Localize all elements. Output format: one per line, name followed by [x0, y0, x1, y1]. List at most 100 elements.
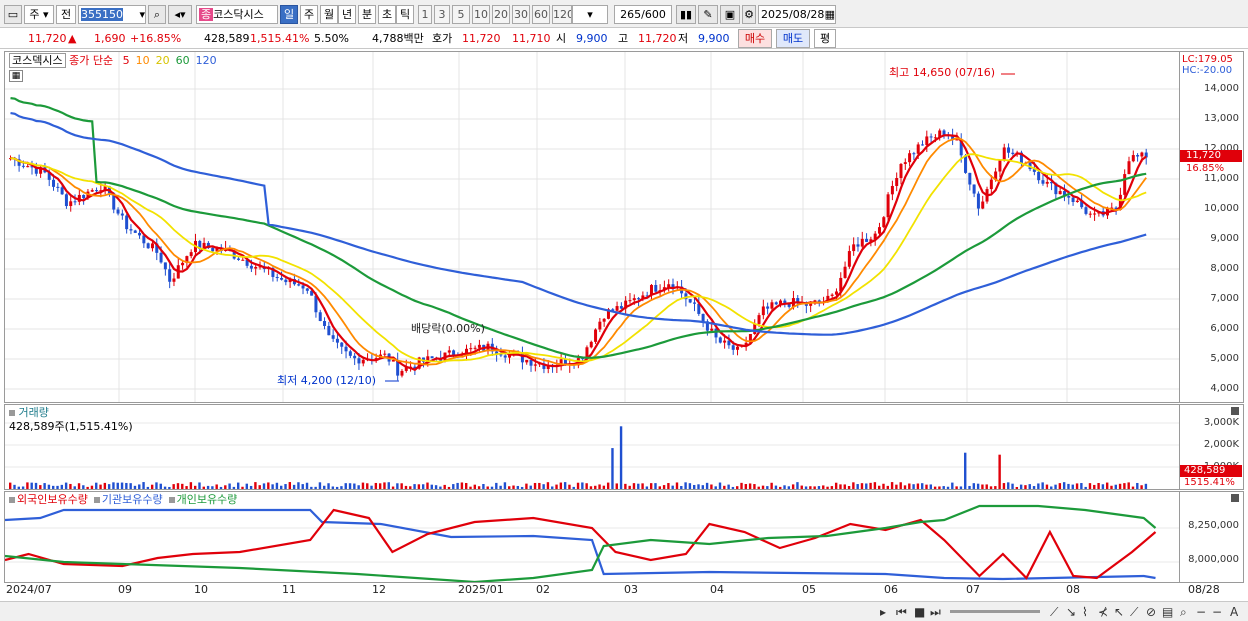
draw-trend-icon[interactable]: ↘	[1066, 605, 1076, 619]
x-axis-label: 05	[802, 583, 816, 596]
volume-bar	[946, 486, 950, 489]
volume-bar	[701, 485, 705, 489]
volume-bar	[495, 482, 498, 489]
period-5-button[interactable]: 초	[378, 5, 396, 24]
holdings-legend-2: 개인보유수량	[176, 493, 238, 506]
volume-bar	[804, 486, 808, 489]
price-change-pct: +16.85%	[130, 32, 182, 45]
volume-bar	[516, 485, 520, 489]
delete-drawing-icon[interactable]: ⊘	[1146, 605, 1156, 619]
scope-select[interactable]: 전	[56, 5, 76, 24]
minute-120-button[interactable]: 120	[552, 5, 572, 24]
volume-bar	[34, 482, 38, 489]
search-icon[interactable]: ⌕	[148, 5, 166, 24]
volume-bar	[73, 486, 76, 489]
minute-3-button[interactable]: 3	[434, 5, 450, 24]
scroll-start-icon[interactable]: ⏮	[896, 605, 907, 619]
volume-bar	[641, 483, 644, 489]
volume-bar	[826, 486, 829, 489]
volume-bar	[796, 482, 799, 489]
drawing-list-icon[interactable]: ▤	[1162, 605, 1173, 619]
draw-fib-icon[interactable]: ⊀	[1098, 605, 1108, 619]
minute-5-button[interactable]: 5	[452, 5, 470, 24]
price-chart-canvas[interactable]	[5, 52, 1179, 402]
minute-1-button[interactable]: 1	[418, 5, 432, 24]
draw-arrow-icon[interactable]: ↖	[1114, 605, 1124, 619]
volume-bar	[280, 485, 283, 489]
volume-bar	[688, 483, 692, 489]
minute-60-button[interactable]: 60	[532, 5, 550, 24]
volume-tick: 2,000K	[1203, 439, 1239, 450]
candle-body	[615, 306, 619, 311]
period-6-button[interactable]: 틱	[396, 5, 414, 24]
candle-body	[189, 252, 193, 257]
table-icon[interactable]: ▦	[9, 70, 23, 82]
x-axis-label: 11	[282, 583, 296, 596]
stock-code-input[interactable]: 355150 ▾	[78, 5, 146, 24]
minute-20-button[interactable]: 20	[492, 5, 510, 24]
gear-icon[interactable]: ⚙	[742, 5, 756, 24]
calendar-icon[interactable]: ▦	[825, 6, 835, 23]
period-0-button[interactable]: 일	[280, 5, 298, 24]
volume-bar	[64, 482, 68, 489]
candle-body	[361, 359, 365, 364]
stop-icon[interactable]: ■	[914, 605, 925, 619]
volume-bar	[17, 486, 21, 489]
zoom-icon[interactable]: ⌕	[1180, 605, 1187, 619]
save-icon[interactable]: ▣	[720, 5, 740, 24]
period-3-button[interactable]: 년	[338, 5, 356, 24]
zoom-out-icon[interactable]: −	[1196, 605, 1206, 619]
buy-button[interactable]: 매수	[738, 29, 772, 48]
candle-type-icon[interactable]: ▮▮	[676, 5, 696, 24]
volume-panel[interactable]: 거래량 428,589주(1,515.41%)	[4, 404, 1180, 490]
candle-body	[297, 284, 301, 286]
market-type-select[interactable]: 주 ▾	[24, 5, 54, 24]
candle-body	[714, 328, 718, 338]
candle-body	[847, 251, 851, 267]
draw-wave-icon[interactable]: ⌇	[1082, 605, 1088, 619]
sound-icon[interactable]: ◂▾	[168, 5, 192, 24]
volume-bar	[396, 483, 399, 489]
volume-bar	[1105, 482, 1109, 489]
volume-bar	[146, 486, 150, 489]
stock-name-field[interactable]: 종 코스닥시스	[196, 5, 278, 24]
count-input[interactable]: 265/600	[614, 5, 672, 24]
zoom-in-icon[interactable]: −	[1212, 605, 1222, 619]
flat-button[interactable]: 평	[814, 29, 836, 48]
period-4-button[interactable]: 분	[358, 5, 376, 24]
volume-bar	[90, 485, 94, 489]
candle-body	[69, 201, 73, 207]
minute-10-button[interactable]: 10	[472, 5, 490, 24]
volume-bar	[1028, 484, 1031, 489]
scroll-right-icon[interactable]: ▸	[880, 605, 886, 619]
candle-body	[90, 190, 94, 192]
scroll-slider[interactable]	[950, 610, 1040, 613]
volume-bar	[318, 482, 322, 489]
candle-body	[1037, 171, 1041, 181]
scroll-end-icon[interactable]: ⏭	[930, 605, 941, 619]
volume-chart-canvas[interactable]	[5, 405, 1179, 489]
period-1-button[interactable]: 주	[300, 5, 318, 24]
custom-period-select[interactable]: ▾	[572, 5, 608, 24]
draw-channel-icon[interactable]: ⟋	[1130, 605, 1138, 619]
volume-bar	[942, 486, 945, 489]
volume-bar	[860, 483, 864, 489]
volume-panel-close-icon[interactable]	[1231, 407, 1239, 415]
window-menu-icon[interactable]: ▭	[4, 5, 22, 24]
draw-line-icon[interactable]: ⟋	[1050, 605, 1058, 619]
price-tick: 6,000	[1210, 323, 1239, 334]
dropdown-arrow-icon[interactable]: ▾	[139, 6, 145, 23]
font-size-icon[interactable]: A	[1230, 605, 1238, 619]
holdings-panel[interactable]: 외국인보유수량 기관보유수량 개인보유수량	[4, 491, 1180, 583]
volume-bar	[877, 485, 881, 489]
volume-bar	[761, 485, 765, 489]
tool-icon[interactable]: ✎	[698, 5, 718, 24]
minute-30-button[interactable]: 30	[512, 5, 530, 24]
candle-body	[353, 355, 357, 359]
period-2-button[interactable]: 월	[320, 5, 338, 24]
date-input[interactable]: 2025/08/28 ▦	[758, 5, 836, 24]
volume-bar	[95, 482, 98, 489]
price-chart-panel[interactable]: 코스덱시스 종가 단순 5 10 20 60 120 ▦ 최고 14,650 (07/1…	[4, 51, 1180, 403]
holdings-panel-close-icon[interactable]	[1231, 494, 1239, 502]
sell-button[interactable]: 매도	[776, 29, 810, 48]
